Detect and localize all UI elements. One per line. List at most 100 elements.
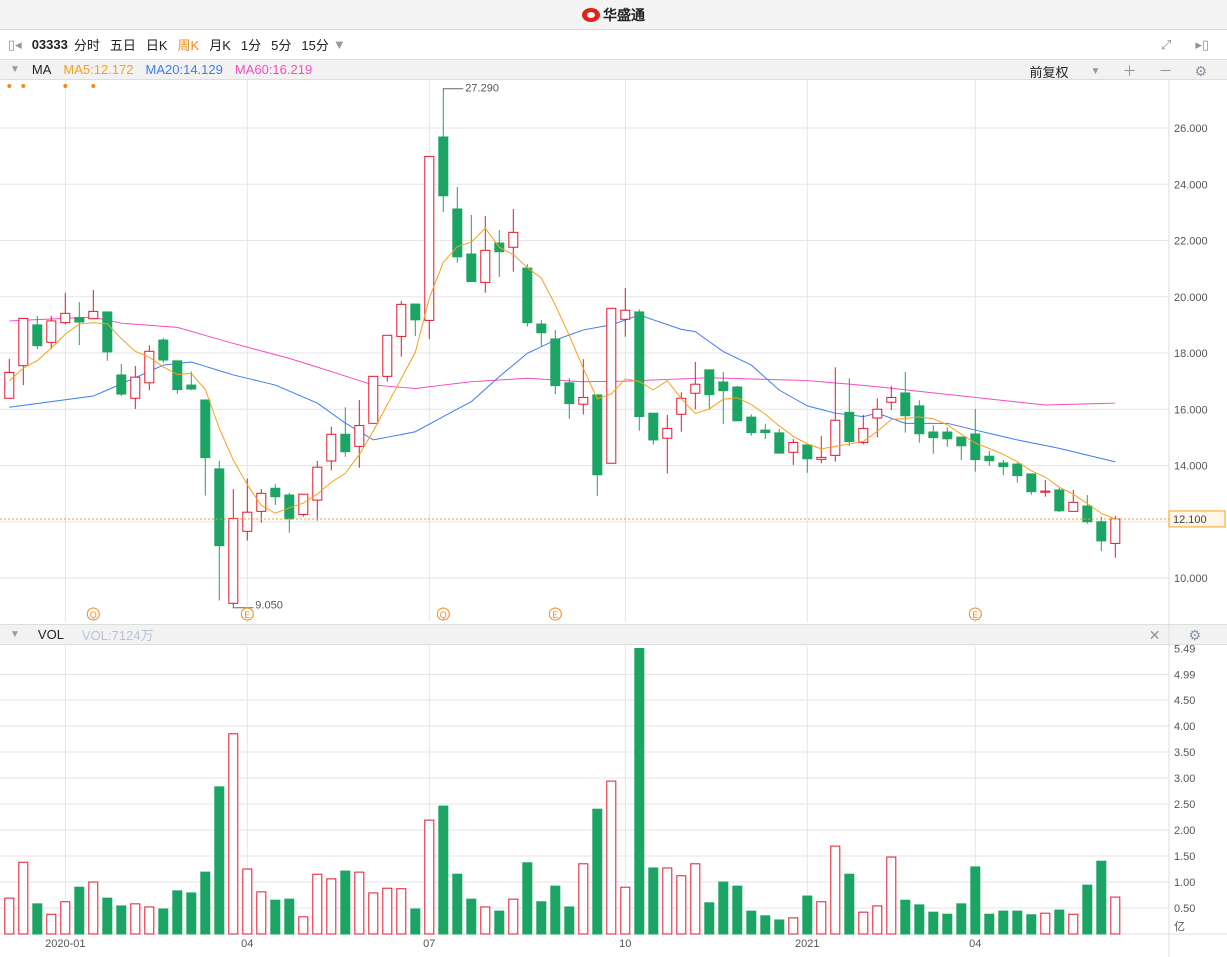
vol-settings-gear-icon[interactable]: ⚙ [1188,627,1201,644]
vol-label[interactable]: VOL [38,627,64,642]
volume-tick-label: 4.50 [1174,695,1195,707]
volume-tick-label: 4.99 [1174,670,1195,682]
tab-weekly-k[interactable]: 周K [178,35,200,54]
candle-body [382,334,393,377]
candle-body [340,433,351,453]
candle-body [662,427,673,439]
volume-bar [340,870,351,935]
candle-body [298,493,309,515]
candle [774,428,785,454]
candle [718,372,729,424]
candle [270,484,281,505]
settings-gear-icon[interactable]: ⚙ [1194,63,1207,80]
candle [326,426,337,471]
tab-15min[interactable]: 15分 [301,35,328,54]
volume-bar [550,885,561,935]
volume-bar [452,873,463,935]
volume-bar [270,899,281,935]
volume-bar [522,862,533,935]
tab-five-day[interactable]: 五日 [110,35,136,54]
candle-body [718,381,729,392]
candle-body [634,311,645,418]
tab-daily-k[interactable]: 日K [146,35,168,54]
candle [606,307,617,464]
volume-bar [662,867,673,935]
candle-body [270,487,281,498]
candle [550,329,561,395]
close-vol-icon[interactable]: ✕ [1149,627,1161,644]
date-tick-label: 2020-01 [45,938,85,950]
candle-body [844,411,855,443]
candle [354,399,365,468]
volume-bar [648,867,659,935]
zoom-out-icon[interactable]: － [1158,61,1172,81]
ma-dropdown-icon[interactable]: ▼ [10,64,20,75]
candle-body [284,494,295,520]
candle [928,425,939,454]
ma-label[interactable]: MA [32,62,52,77]
tab-intraday[interactable]: 分时 [74,35,100,54]
candle-body [410,303,421,321]
tab-5min[interactable]: 5分 [271,35,291,54]
candle [46,315,57,350]
adjust-select[interactable]: 前复权 [1030,62,1069,81]
ma60-line [9,316,1116,406]
vol-value: VOL:7124万 [81,628,154,643]
candle-body [760,429,771,434]
volume-bar [928,911,939,935]
volume-bar [508,898,519,935]
candle [172,360,183,394]
volume-indicator-bar: ▼ VOL VOL:7124万 ✕ ⚙ [0,624,1227,645]
candle-body [172,360,183,391]
more-periods-chevron-icon[interactable]: ▼ [333,37,346,52]
candle [18,317,29,386]
volume-bar [284,898,295,935]
volume-bar [802,895,813,935]
candle-body [746,416,757,434]
collapse-left-icon[interactable]: ▯◂ [8,37,22,53]
tab-monthly-k[interactable]: 月K [209,35,231,54]
candle [522,264,533,327]
candle-body [46,320,57,343]
volume-bar [424,819,435,935]
volume-bar [816,901,827,935]
candle [410,303,421,337]
candle-body [130,376,141,399]
title-bar: 华盛通 [0,0,1227,30]
volume-tick-label: 4.00 [1174,721,1195,733]
event-marker-label: E [552,610,558,620]
candle-body [326,433,337,462]
volume-bar [18,861,29,935]
candle [382,334,393,382]
candle-body [816,456,827,460]
event-marker-label: Q [440,610,447,620]
volume-bar [1096,860,1107,935]
event-marker-label: Q [90,610,97,620]
adjust-chevron-icon[interactable]: ▼ [1091,66,1101,77]
candle [914,400,925,443]
date-tick-label: 04 [241,938,253,950]
candle [88,290,99,320]
candle-body [32,324,43,347]
zoom-in-icon[interactable]: ＋ [1122,61,1136,81]
volume-bar [564,906,575,935]
tab-1min[interactable]: 1分 [241,35,261,54]
vol-dropdown-icon[interactable]: ▼ [10,629,20,640]
expand-panel-icon[interactable]: ▸▯ [1195,37,1209,53]
candle [144,345,155,391]
candle-body [214,468,225,547]
volume-bar [578,863,589,935]
fullscreen-icon[interactable]: ⤢ [1161,37,1171,53]
candle [1040,480,1051,497]
candle [298,493,309,517]
ma-indicator-bar: ▼ MA MA5:12.172 MA20:14.129 MA60:16.219 … [0,60,1227,80]
candle-body [466,253,477,283]
candle [998,459,1009,476]
volume-bar [312,873,323,935]
kline-chart[interactable]: 26.000 24.000 22.000 20.000 18.000 16.000 14.0… [0,0,1227,957]
volume-bar [368,892,379,935]
candle [480,216,491,293]
volume-bar [242,868,253,935]
candle-body [578,396,589,405]
candle-body [4,371,15,399]
